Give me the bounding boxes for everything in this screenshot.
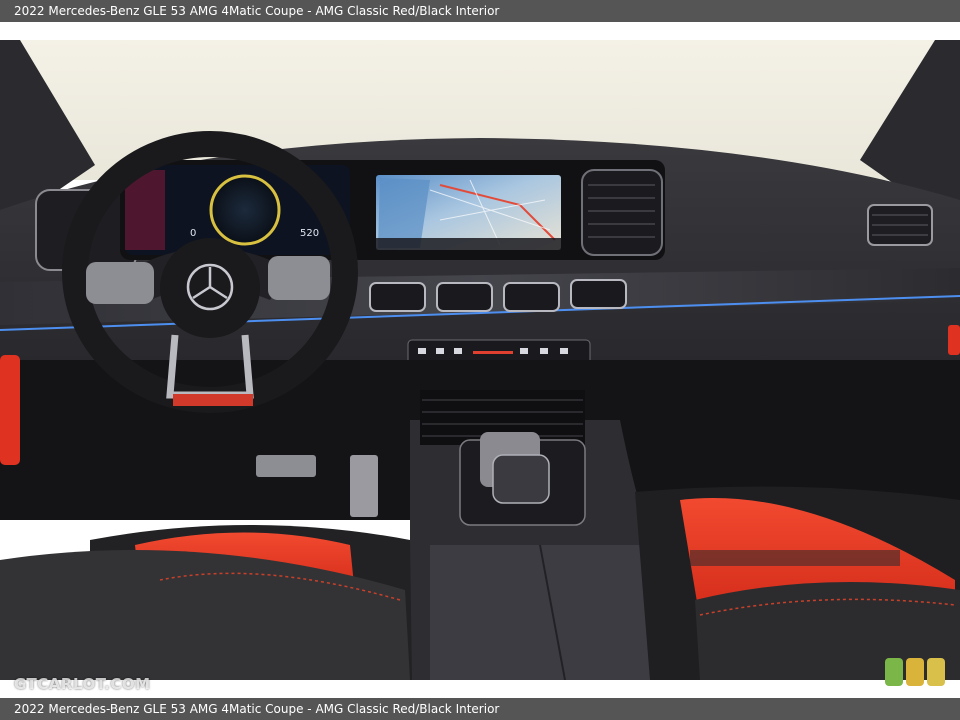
- yellow-badge: [906, 658, 924, 686]
- watermark-text: GTCARLOT.COM: [14, 675, 151, 693]
- gold-badge: [927, 658, 945, 686]
- cluster-right-readout: 520: [300, 228, 319, 239]
- interior-photo: 0 520: [0, 40, 960, 680]
- tachometer-gauge: [209, 174, 281, 246]
- left-wheel-buttons: [86, 262, 154, 304]
- cluster-left-readout: 0: [190, 228, 196, 239]
- color-badges: [885, 658, 945, 686]
- accelerator-pedal: [350, 455, 378, 517]
- caption-bottom: 2022 Mercedes-Benz GLE 53 AMG 4Matic Cou…: [0, 698, 960, 720]
- caption-top: 2022 Mercedes-Benz GLE 53 AMG 4Matic Cou…: [0, 0, 960, 22]
- green-badge: [885, 658, 903, 686]
- left-door-red-panel: [0, 355, 20, 465]
- center-right-vent: [581, 169, 663, 256]
- brake-pedal: [256, 455, 316, 477]
- right-wheel-buttons: [268, 256, 330, 300]
